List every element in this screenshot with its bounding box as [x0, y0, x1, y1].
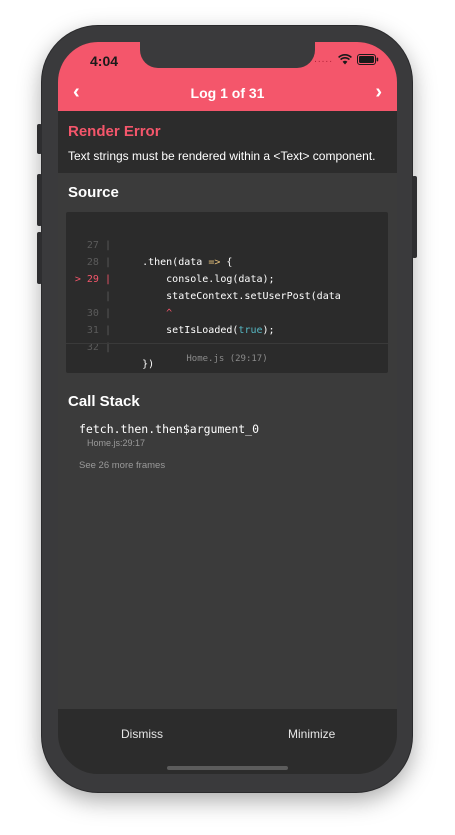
chevron-right-icon[interactable]: ›	[375, 82, 382, 102]
code-lines: 27 | .then(data => { 28 | console.log(da…	[66, 220, 388, 370]
call-stack-title: Call Stack	[68, 393, 140, 410]
battery-icon	[357, 54, 379, 65]
mute-switch	[37, 124, 42, 154]
status-time: 4:04	[90, 53, 119, 69]
error-title: Render Error	[68, 123, 161, 140]
power-button	[412, 176, 417, 258]
notch	[140, 42, 315, 68]
log-counter-title: Log 1 of 31	[190, 85, 265, 101]
screen: 4:04 ..... ‹ Log 1 of 31 › Render Error …	[58, 42, 397, 774]
home-indicator[interactable]	[167, 766, 288, 770]
stack-frame-name[interactable]: fetch.then.then$argument_0	[79, 422, 259, 436]
code-frame[interactable]: 27 | .then(data => { 28 | console.log(da…	[66, 212, 388, 373]
dismiss-button[interactable]: Dismiss	[121, 727, 163, 741]
stack-frame-location: Home.js:29:17	[87, 438, 146, 448]
code-line: 32 | })	[66, 322, 388, 370]
code-line: 27 | .then(data => {	[66, 220, 388, 268]
signal-icon: .....	[314, 54, 333, 65]
see-more-frames-link[interactable]: See 26 more frames	[79, 460, 165, 471]
code-line: 28 | console.log(data);	[66, 237, 388, 285]
error-message: Text strings must be rendered within a <…	[68, 149, 376, 163]
code-line-active: > 29 | stateContext.setUserPost(data	[66, 254, 388, 302]
error-panel: Render Error Text strings must be render…	[58, 111, 397, 173]
code-line-caret: | ^	[66, 271, 388, 319]
code-file-location[interactable]: Home.js (29:17)	[66, 343, 388, 373]
footer-bar: Dismiss Minimize	[58, 709, 397, 774]
volume-up-button	[37, 174, 42, 226]
source-title: Source	[68, 184, 119, 201]
volume-down-button	[37, 232, 42, 284]
code-line: 31 |	[66, 305, 388, 336]
wifi-icon	[338, 54, 352, 65]
code-line: 30 | setIsLoaded(true);	[66, 288, 388, 336]
status-icons: .....	[314, 54, 379, 65]
minimize-button[interactable]: Minimize	[288, 727, 335, 741]
